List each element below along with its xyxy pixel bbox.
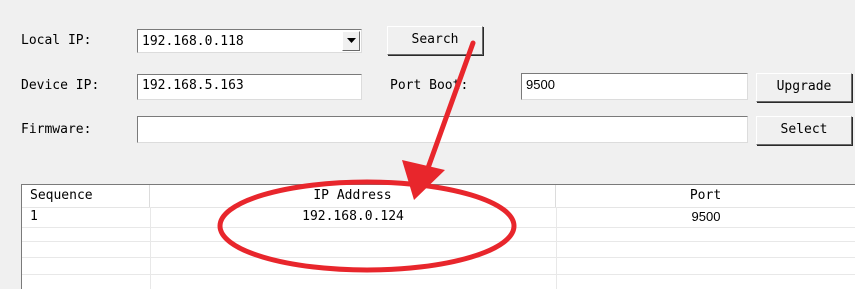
local-ip-label: Local IP:: [21, 33, 92, 48]
local-ip-select[interactable]: 192.168.0.118: [137, 29, 362, 53]
firmware-label: Firmware:: [21, 122, 92, 137]
firmware-path-field[interactable]: [137, 116, 748, 143]
row-port: 9500: [691, 209, 721, 224]
list-header: Sequence IP Address Port: [22, 185, 855, 208]
row-divider: [22, 227, 855, 228]
chevron-down-icon: [347, 38, 356, 43]
row-divider: [22, 274, 855, 275]
device-list[interactable]: Sequence IP Address Port 1 192.168.0.124…: [21, 184, 855, 289]
local-ip-value: 192.168.0.118: [142, 34, 244, 49]
row-divider: [22, 257, 855, 258]
truncated-link: [0, 0, 260, 1]
row-ip-address: 192.168.0.124: [302, 209, 404, 224]
row-divider: [22, 241, 855, 242]
column-header-ip-address[interactable]: IP Address: [150, 185, 556, 207]
port-boot-field[interactable]: 9500: [521, 73, 748, 100]
arrow-shaft: [425, 40, 476, 171]
row-sequence: 1: [30, 209, 38, 224]
select-button[interactable]: Select: [756, 116, 852, 145]
column-header-port[interactable]: Port: [556, 185, 855, 207]
search-button[interactable]: Search: [387, 26, 483, 55]
upgrade-button[interactable]: Upgrade: [756, 73, 852, 102]
device-ip-label: Device IP:: [21, 78, 100, 93]
column-header-sequence[interactable]: Sequence: [22, 185, 150, 207]
dropdown-button[interactable]: [342, 31, 360, 51]
top-strip: [0, 0, 855, 8]
device-ip-field[interactable]: 192.168.5.163: [137, 74, 362, 100]
port-boot-label: Port Boot:: [390, 78, 469, 93]
